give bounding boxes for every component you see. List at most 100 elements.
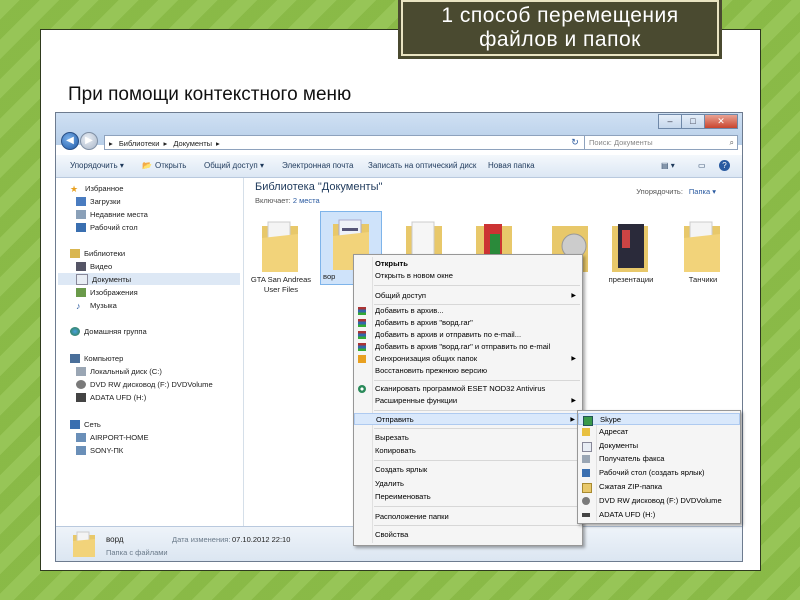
view-icon[interactable]: ▤ ▾ [661,161,675,170]
menu-label: Добавить в архив "ворд.rar" и отправить … [375,342,551,351]
new-folder-button[interactable]: Новая папка [488,161,535,170]
sidebar-item-recent[interactable]: Недавние места [76,208,148,220]
sidebar-label: Документы [92,274,132,284]
sidebar-label: Библиотеки [84,248,126,258]
menu-item-add-email[interactable]: Добавить в архив и отправить по e-mail..… [354,329,582,341]
sidebar-item-homegroup[interactable]: Домашняя группа [70,325,147,337]
sidebar-item-documents[interactable]: Документы [58,273,240,285]
menu-item-send-to[interactable]: Отправить ▶ [354,413,582,425]
details-name: ворд [106,535,124,544]
sidebar-item-computer[interactable]: Компьютер [70,352,123,364]
menu-separator [374,410,580,411]
menu-item-rename[interactable]: Переименовать [354,491,582,503]
sidebar-item-desktop[interactable]: Рабочий стол [76,221,138,233]
menu-item-add-rar[interactable]: Добавить в архив "ворд.rar" [354,317,582,329]
search-placeholder: Поиск: Документы [589,138,653,147]
usb-drive-icon [76,392,86,402]
menu-item-create-shortcut[interactable]: Создать ярлык [354,464,582,476]
images-icon [76,287,86,297]
menu-item-restore[interactable]: Восстановить прежнюю версию [354,365,582,377]
menu-item-share[interactable]: Общий доступ ▶ [354,290,582,302]
slide-title-box: 1 способ перемещения файлов и папок [398,0,722,59]
sidebar-item-favorites[interactable]: ★ Избранное [70,182,123,194]
arrange-dropdown[interactable]: Папка ▾ [689,187,716,196]
menu-item-documents[interactable]: Документы [578,440,740,452]
menu-item-delete[interactable]: Удалить [354,478,582,490]
command-bar: Упорядочить ▾ 📂 Открыть Общий доступ ▾ Э… [56,155,742,178]
share-button[interactable]: Общий доступ ▾ [204,161,264,170]
email-button[interactable]: Электронная почта [282,161,353,170]
folder-item[interactable]: презентации [600,214,662,302]
menu-label: Адресат [599,427,629,436]
sidebar-item-music[interactable]: ♪ Музыка [76,299,117,311]
breadcrumb-libraries[interactable]: Библиотеки [119,139,160,148]
sidebar-label: Изображения [90,287,138,297]
folder-item[interactable]: GTA San Andreas User Files [250,214,312,302]
search-input[interactable]: Поиск: Документы ⌕ [584,135,738,150]
details-modified-value: 07.10.2012 22:10 [232,535,291,544]
open-button[interactable]: Открыть [155,161,186,170]
menu-label: DVD RW дисковод (F:) DVDVolume [599,496,722,505]
sidebar-label: Видео [90,261,113,271]
library-includes: Включает: 2 места [255,196,320,205]
breadcrumb-documents[interactable]: Документы [173,139,212,148]
help-icon[interactable]: ? [719,160,730,171]
menu-item-cut[interactable]: Вырезать [354,432,582,444]
minimize-button[interactable]: – [658,114,682,129]
menu-item-advanced[interactable]: Расширенные функции ▶ [354,395,582,407]
menu-item-open[interactable]: Открыть [354,258,582,270]
maximize-button[interactable]: □ [681,114,705,129]
menu-label: Сжатая ZIP-папка [599,482,663,491]
menu-item-recipient[interactable]: Адресат [578,426,740,438]
menu-item-open-new-window[interactable]: Открыть в новом окне [354,270,582,282]
open-icon: 📂 [142,161,152,170]
menu-label: Рабочий стол (создать ярлык) [599,468,705,477]
sidebar-item-images[interactable]: Изображения [76,286,138,298]
sidebar-item-dvd[interactable]: DVD RW дисковод (F:) DVDVolume [76,378,213,390]
menu-item-properties[interactable]: Свойства [354,529,582,541]
sidebar-label: Сеть [84,419,101,429]
folder-label: GTA San Andreas User Files [250,275,312,294]
menu-item-add-archive[interactable]: Добавить в архив... [354,305,582,317]
back-button[interactable]: ◀ [61,132,79,150]
menu-item-copy[interactable]: Копировать [354,445,582,457]
sidebar-item-local-disk[interactable]: Локальный диск (C:) [76,365,162,377]
burn-button[interactable]: Записать на оптический диск [368,161,476,170]
sidebar-item-sony[interactable]: SONY-ПК [76,444,123,456]
sidebar-item-video[interactable]: Видео [76,260,112,272]
menu-separator [374,285,580,286]
sidebar-label: Избранное [85,183,124,193]
includes-link[interactable]: 2 места [293,196,320,205]
menu-label: Добавить в архив "ворд.rar" [375,318,473,327]
sidebar-item-downloads[interactable]: Загрузки [76,195,121,207]
menu-item-skype[interactable]: Skype [578,413,740,426]
forward-button[interactable]: ▶ [80,132,98,150]
menu-item-add-rar-email[interactable]: Добавить в архив "ворд.rar" и отправить … [354,341,582,353]
send-to-submenu: Skype Адресат Документы Получатель факса… [577,410,741,524]
organize-button[interactable]: Упорядочить ▾ [70,161,124,170]
menu-item-desktop-shortcut[interactable]: Рабочий стол (создать ярлык) [578,467,740,479]
menu-item-sync[interactable]: Синхронизация общих папок ▶ [354,353,582,365]
menu-item-fax[interactable]: Получатель факса [578,453,740,465]
sidebar-label: ADATA UFD (H:) [90,392,147,402]
menu-item-dvd[interactable]: DVD RW дисковод (F:) DVDVolume [578,495,740,507]
folder-icon [684,221,720,272]
menu-label: Документы [599,441,639,450]
sidebar-item-network[interactable]: Сеть [70,418,101,430]
menu-item-eset[interactable]: Сканировать программой ESET NOD32 Antivi… [354,383,582,395]
refresh-icon[interactable]: ↻ [568,135,582,150]
menu-separator [374,506,580,507]
network-computer-icon [76,445,86,455]
preview-pane-icon[interactable]: ▭ [698,161,706,170]
menu-item-zip[interactable]: Сжатая ZIP-папка [578,481,740,493]
close-button[interactable]: ✕ [704,114,738,129]
sidebar-item-airport[interactable]: AIRPORT-HOME [76,431,149,443]
address-bar[interactable]: ▸ Библиотеки ▸ Документы ▸ [104,135,586,150]
sidebar-label: Недавние места [90,209,148,219]
folder-item[interactable]: Танчики [672,214,734,302]
sidebar-item-adata[interactable]: ADATA UFD (H:) [76,391,146,403]
menu-item-folder-location[interactable]: Расположение папки [354,511,582,523]
slide-title-line1: 1 способ перемещения [441,4,679,27]
sidebar-item-libraries[interactable]: Библиотеки [70,247,125,259]
menu-item-adata[interactable]: ADATA UFD (H:) [578,509,740,521]
